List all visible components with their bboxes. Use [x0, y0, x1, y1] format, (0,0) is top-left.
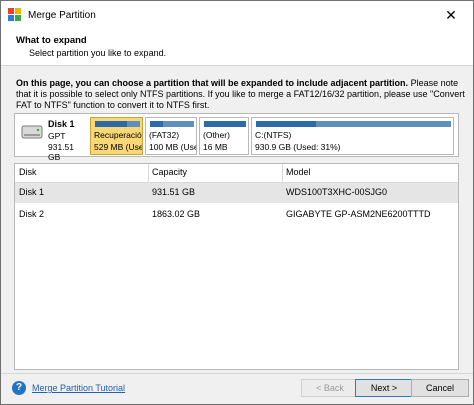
column-model[interactable]: Model	[286, 167, 311, 177]
close-icon: ✕	[445, 6, 457, 23]
column-divider	[148, 164, 149, 182]
partition-info: 100 MB (Used	[149, 142, 196, 152]
row-disk: Disk 1	[19, 187, 45, 197]
help-icon[interactable]: ?	[12, 381, 26, 395]
partition-usage-fill	[95, 121, 127, 127]
wizard-header: What to expand Select partition you like…	[1, 29, 473, 66]
window-title: Merge Partition	[28, 9, 96, 21]
row-disk: Disk 2	[19, 209, 45, 219]
partition-usage-fill	[256, 121, 317, 127]
description-text: On this page, you can choose a partition…	[16, 78, 468, 112]
row-model: GIGABYTE GP-ASM2NE6200TTTD	[286, 209, 431, 219]
partition-usage-bar	[150, 121, 194, 127]
description-bold: On this page, you can choose a partition…	[16, 78, 409, 88]
partition-name: (FAT32)	[149, 130, 180, 140]
partition-usage-bar	[204, 121, 246, 127]
partition-fat32[interactable]: (FAT32) 100 MB (Used	[145, 117, 197, 155]
app-icon	[8, 8, 22, 22]
back-button[interactable]: < Back	[301, 379, 359, 397]
disk-map: Disk 1 GPT 931.51 GB Recuperació 529 MB …	[14, 113, 459, 162]
partition-name: C:(NTFS)	[255, 130, 292, 140]
disk-list: Disk Capacity Model Disk 1 931.51 GB WDS…	[14, 163, 459, 370]
partition-usage-fill	[150, 121, 164, 127]
header-subtitle: Select partition you like to expand.	[29, 48, 167, 58]
title-bar: Merge Partition ✕	[1, 1, 473, 29]
partition-info: 529 MB (Used	[94, 142, 143, 152]
merge-partition-window: Merge Partition ✕ What to expand Select …	[0, 0, 474, 405]
footer-divider	[1, 373, 473, 374]
partition-usage-fill	[204, 121, 246, 127]
row-model: WDS100T3XHC-00SJG0	[286, 187, 388, 197]
row-capacity: 1863.02 GB	[152, 209, 201, 219]
partition-usage-bar	[256, 121, 451, 127]
next-button[interactable]: Next >	[355, 379, 413, 397]
disk-name: Disk 1	[48, 119, 75, 129]
disk-list-header: Disk Capacity Model	[15, 164, 458, 183]
tutorial-link[interactable]: Merge Partition Tutorial	[32, 383, 125, 393]
disk-type: GPT	[48, 131, 66, 141]
cancel-button[interactable]: Cancel	[411, 379, 469, 397]
disk-row-2[interactable]: Disk 2 1863.02 GB GIGABYTE GP-ASM2NE6200…	[15, 205, 458, 225]
partition-info: 16 MB	[203, 142, 228, 152]
partition-c-ntfs[interactable]: C:(NTFS) 930.9 GB (Used: 31%)	[251, 117, 454, 155]
disk-size: 931.51 GB	[48, 142, 74, 162]
partition-recovery[interactable]: Recuperació 529 MB (Used	[90, 117, 143, 155]
column-capacity[interactable]: Capacity	[152, 167, 187, 177]
partition-name: (Other)	[203, 130, 230, 140]
row-capacity: 931.51 GB	[152, 187, 196, 197]
partition-usage-bar	[95, 121, 140, 127]
partition-name: Recuperació	[94, 130, 142, 140]
partition-info: 930.9 GB (Used: 31%)	[255, 142, 341, 152]
close-button[interactable]: ✕	[429, 1, 473, 29]
disk-map-disk[interactable]: Disk 1 GPT 931.51 GB	[18, 117, 88, 162]
column-disk[interactable]: Disk	[19, 167, 37, 177]
column-divider	[282, 164, 283, 182]
hard-disk-icon	[21, 125, 43, 139]
disk-row-1[interactable]: Disk 1 931.51 GB WDS100T3XHC-00SJG0	[15, 183, 458, 203]
header-title: What to expand	[16, 35, 87, 46]
partition-other[interactable]: (Other) 16 MB	[199, 117, 249, 155]
